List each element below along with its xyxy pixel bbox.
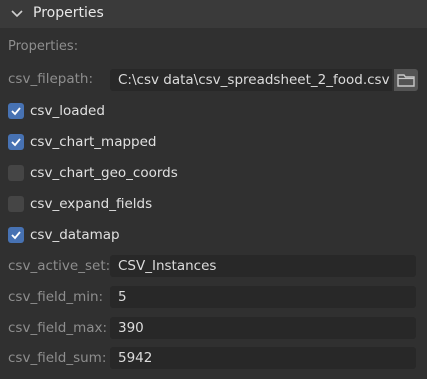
section-label: Properties: (8, 39, 79, 54)
checkbox-label: csv_chart_mapped (30, 134, 157, 150)
checkmark-icon (11, 107, 21, 116)
checkmark-icon (11, 138, 21, 147)
checkbox-csv-chart-mapped[interactable]: csv_chart_mapped (8, 132, 156, 152)
field-sum-label: csv_field_sum: (8, 350, 107, 366)
active-set-field[interactable]: CSV_Instances (110, 255, 416, 277)
checkbox-label: csv_loaded (30, 103, 105, 119)
chevron-down-icon (11, 10, 23, 18)
browse-folder-button[interactable] (394, 69, 418, 91)
active-set-label: csv_active_set: (8, 258, 111, 274)
checkbox-box[interactable] (8, 103, 24, 119)
checkbox-csv-loaded[interactable]: csv_loaded (8, 101, 105, 121)
field-min-label: csv_field_min: (8, 289, 104, 305)
checkbox-box[interactable] (8, 227, 24, 243)
checkbox-box[interactable] (8, 134, 24, 150)
checkbox-label: csv_expand_fields (30, 196, 153, 212)
checkbox-label: csv_chart_geo_coords (30, 165, 178, 181)
panel-title: Properties (33, 5, 104, 21)
filepath-label: csv_filepath: (8, 71, 93, 87)
checkbox-label: csv_datamap (30, 227, 120, 243)
checkmark-icon (11, 231, 21, 240)
filepath-field[interactable]: C:\csv data\csv_spreadsheet_2_food.csv (110, 69, 392, 91)
checkbox-csv-chart-geo-coords[interactable]: csv_chart_geo_coords (8, 163, 178, 183)
field-max-label: csv_field_max: (8, 320, 108, 336)
checkbox-csv-expand-fields[interactable]: csv_expand_fields (8, 194, 152, 214)
folder-icon (397, 74, 415, 87)
field-min-input[interactable]: 5 (110, 286, 416, 308)
field-max-input[interactable]: 390 (110, 317, 416, 339)
panel-header[interactable]: Properties (0, 0, 427, 28)
checkbox-box[interactable] (8, 196, 24, 212)
field-sum-input[interactable]: 5942 (110, 347, 416, 369)
checkbox-box[interactable] (8, 165, 24, 181)
checkbox-csv-datamap[interactable]: csv_datamap (8, 225, 120, 245)
